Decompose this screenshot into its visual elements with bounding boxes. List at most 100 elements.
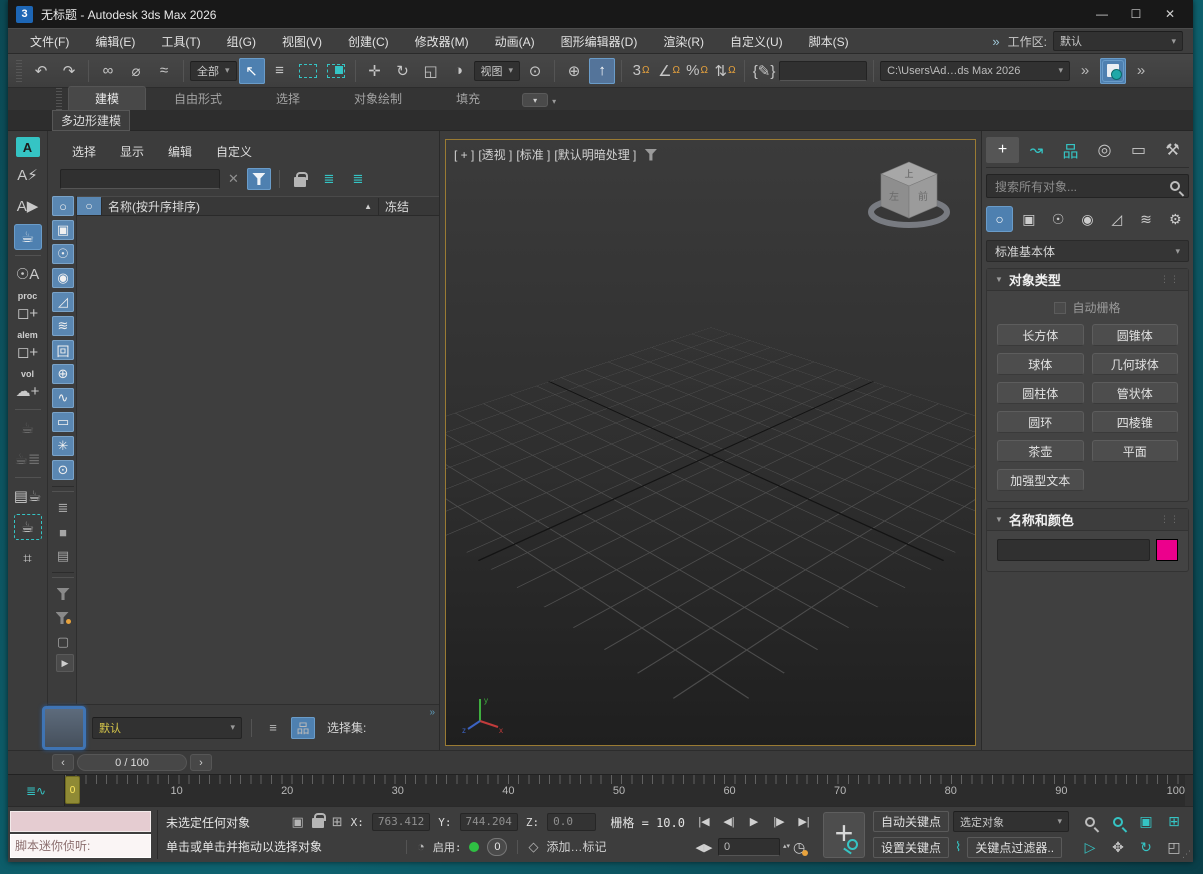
set-key-mode-button[interactable]: 设置关键点 [872, 836, 949, 858]
explorer-menu-1[interactable]: 选择 [62, 141, 106, 162]
primitive-button-11[interactable]: 加强型文本 [997, 469, 1084, 491]
orbit-icon[interactable]: ↻ [1133, 836, 1159, 860]
selection-filter-dropdown[interactable]: 全部 ▾ [190, 60, 237, 81]
time-slider-handle[interactable]: 0 [65, 776, 80, 804]
previous-frame-button[interactable]: ◀| [718, 812, 740, 832]
select-and-manipulate-icon[interactable]: ⊕ [561, 58, 587, 84]
category-systems-icon[interactable]: ⚙ [1162, 206, 1189, 232]
script-editor-button[interactable]: A [15, 137, 40, 157]
active-view-thumbnail[interactable] [42, 705, 86, 750]
ribbon-minimize-button[interactable]: ▾ [522, 93, 549, 107]
object-search-input[interactable]: 搜索所有对象... [986, 174, 1189, 198]
filter-lights-icon[interactable]: ☉ [52, 244, 74, 264]
primitive-button-8[interactable]: 四棱锥 [1091, 411, 1178, 433]
key-mode-toggle[interactable]: ◀▶ [693, 837, 715, 857]
filter-helpers-icon[interactable]: ◿ [52, 292, 74, 312]
counter-badge[interactable]: 0 [487, 837, 508, 856]
rect-selection-region-icon[interactable] [295, 58, 321, 84]
name-color-rollout-header[interactable]: ▼ 名称和颜色 ⋮⋮ [987, 509, 1188, 531]
auto-key-button[interactable]: 自动关键点 [872, 811, 949, 833]
menu-item-11[interactable]: 自定义(U) [718, 30, 795, 53]
project-folder-dropdown[interactable]: C:\Users\Ad…ds Max 2026 ▾ [880, 60, 1071, 81]
render-setup-button[interactable]: ☕ [13, 224, 42, 250]
select-object-icon[interactable]: ↖ [238, 57, 265, 84]
bind-to-space-warp-icon[interactable]: ≈ [151, 58, 177, 84]
primitive-button-5[interactable]: 圆柱体 [997, 382, 1084, 404]
tab-polygon-modeling[interactable]: 多边形建模 [52, 109, 131, 131]
filter-geometry-icon[interactable]: ○ [52, 196, 74, 216]
filter-particles-icon[interactable]: ✳ [52, 436, 74, 456]
display-list-icon[interactable]: ▤ [52, 546, 74, 566]
reference-coordinate-dropdown[interactable]: 视图 ▾ [473, 60, 521, 81]
listener-input-field[interactable]: 脚本迷你侦听: [10, 833, 151, 858]
render-region-button[interactable]: ☕ [13, 514, 42, 540]
zoom-icon[interactable] [1077, 810, 1103, 834]
zoom-extents-all-icon[interactable]: ⊞ [1161, 810, 1187, 834]
select-and-move-icon[interactable]: ✛ [362, 58, 388, 84]
viewport-general-menu[interactable]: [ + ] [454, 148, 474, 162]
edit-named-selections-icon[interactable]: {✎} [751, 58, 777, 84]
advanced-filter-icon[interactable] [52, 584, 74, 604]
tab-modeling[interactable]: 建模 [68, 86, 147, 110]
filter-settings-icon[interactable] [52, 608, 74, 628]
filter-space-warps-icon[interactable]: ≋ [52, 316, 74, 336]
select-and-place-icon[interactable]: ◑ [446, 58, 472, 84]
light-explorer-button[interactable]: ☉A [14, 261, 42, 287]
window-crossing-icon[interactable] [323, 58, 349, 84]
autosave-icon[interactable] [1100, 57, 1127, 84]
hierarchy-view-icon[interactable]: 品 [291, 716, 315, 739]
animation-layer-icon[interactable]: ◔ [417, 839, 425, 854]
script-play-button[interactable]: A▶ [14, 193, 42, 219]
play-button[interactable]: ▶ [743, 812, 765, 832]
menu-item-10[interactable]: 渲染(R) [651, 30, 716, 53]
previous-frame-arrow[interactable]: ‹ [52, 754, 74, 771]
primitive-button-7[interactable]: 圆环 [997, 411, 1084, 433]
minimize-button[interactable]: — [1087, 4, 1117, 24]
tab-modify[interactable]: ↝ [1020, 137, 1053, 163]
select-and-rotate-icon[interactable]: ↻ [390, 58, 416, 84]
menu-item-5[interactable]: 视图(V) [270, 30, 334, 53]
angle-snap-icon[interactable]: ∠ Ω [656, 58, 682, 84]
undo-icon[interactable]: ↶ [28, 58, 54, 84]
primitive-button-9[interactable]: 茶壶 [997, 440, 1084, 462]
select-and-scale-icon[interactable]: ◱ [418, 58, 444, 84]
primitive-button-2[interactable]: 圆锥体 [1091, 324, 1178, 346]
collapse-all-icon[interactable]: ≣ [346, 168, 370, 190]
viewport-pov-menu[interactable]: [透视 ] [478, 146, 512, 163]
zoom-region-icon[interactable]: ▷ [1077, 836, 1103, 860]
explorer-overflow-icon[interactable]: » [429, 707, 435, 718]
chevron-down-icon[interactable]: ▾ [552, 97, 556, 106]
filter-cameras-icon[interactable]: ◉ [52, 268, 74, 288]
object-color-swatch[interactable] [1156, 539, 1178, 561]
expand-all-icon[interactable]: ≣ [317, 168, 341, 190]
primitive-button-1[interactable]: 长方体 [997, 324, 1084, 346]
render-last-button[interactable]: ☕ [14, 415, 42, 441]
z-coordinate-field[interactable]: 0.0 [547, 813, 597, 832]
layers-icon[interactable]: ≡ [261, 717, 285, 739]
tab-selection[interactable]: 选择 [250, 87, 326, 110]
toolbar-grip[interactable] [16, 59, 22, 82]
display-filter-button[interactable] [246, 168, 271, 190]
scene-object-list[interactable] [77, 216, 439, 704]
type-column-header[interactable]: ○ [77, 197, 101, 215]
category-helpers-icon[interactable]: ◿ [1103, 206, 1130, 232]
spinner-snap-icon[interactable]: ⇅ Ω [712, 58, 738, 84]
menu-item-12[interactable]: 脚本(S) [797, 30, 861, 53]
set-key-button[interactable]: + [822, 811, 865, 858]
absolute-offset-icon[interactable]: ⊞ [332, 814, 343, 830]
menu-item-6[interactable]: 创建(C) [336, 30, 401, 53]
primitive-button-6[interactable]: 管状体 [1091, 382, 1178, 404]
category-cameras-icon[interactable]: ◉ [1074, 206, 1101, 232]
display-notes-icon[interactable]: ≣ [52, 498, 74, 518]
tab-hierarchy[interactable]: 品 [1054, 137, 1087, 163]
object-name-field[interactable] [997, 539, 1150, 561]
subcategory-dropdown[interactable]: 标准基本体 ▾ [986, 240, 1189, 262]
create-proc-button[interactable]: proc ◻+ [14, 292, 42, 326]
redo-icon[interactable]: ↷ [56, 58, 82, 84]
explorer-menu-4[interactable]: 自定义 [206, 141, 262, 162]
viewport-filter-icon[interactable] [644, 148, 658, 161]
frame-counter[interactable]: 0 / 100 [77, 754, 187, 771]
state-sets-button[interactable]: ⌗ [14, 545, 42, 571]
mini-curve-editor-icon[interactable]: ≣∿ [8, 775, 64, 806]
filter-container-icon[interactable]: ▢ [52, 632, 74, 652]
